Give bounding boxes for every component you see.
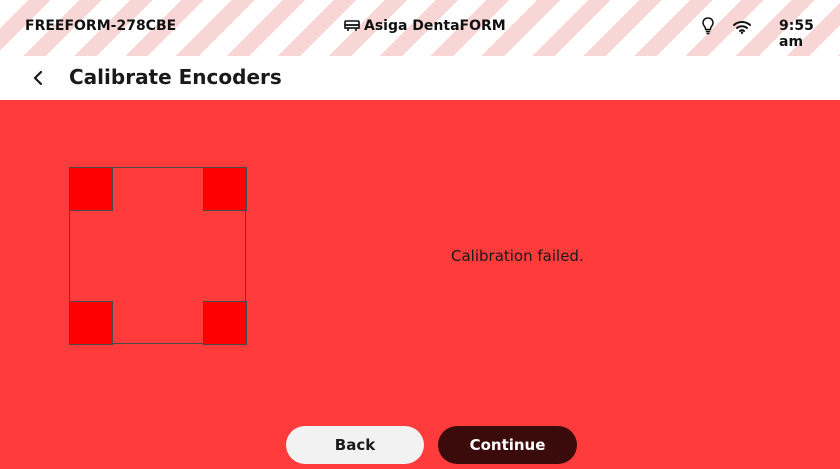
device-name: FREEFORM-278CBE: [25, 18, 177, 34]
chevron-left-icon[interactable]: [29, 68, 49, 88]
continue-button[interactable]: Continue: [438, 426, 577, 464]
lightbulb-icon: [702, 17, 714, 39]
printer-icon: [344, 20, 360, 32]
printer-indicator: Asiga DentaFORM: [344, 18, 506, 34]
clock-time: 9:55 am: [779, 18, 814, 50]
status-bar: FREEFORM-278CBE Asiga DentaFORM 9:55 am: [0, 0, 840, 56]
corner-marker-bottom-left: [68, 300, 113, 345]
status-message: Calibration failed.: [451, 247, 584, 265]
calibrate-encoders-screen: FREEFORM-278CBE Asiga DentaFORM 9:55 am …: [0, 0, 840, 469]
corner-marker-top-left: [68, 166, 113, 211]
corner-marker-top-right: [202, 166, 247, 211]
back-button[interactable]: Back: [286, 426, 424, 464]
page-header: Calibrate Encoders: [0, 56, 840, 100]
build-plate-diagram: [68, 166, 247, 345]
page-title: Calibrate Encoders: [69, 65, 282, 89]
printer-name: Asiga DentaFORM: [364, 18, 506, 34]
corner-marker-bottom-right: [202, 300, 247, 345]
wifi-icon: [733, 19, 751, 38]
main-content: Calibration failed. Back Continue: [0, 100, 840, 469]
